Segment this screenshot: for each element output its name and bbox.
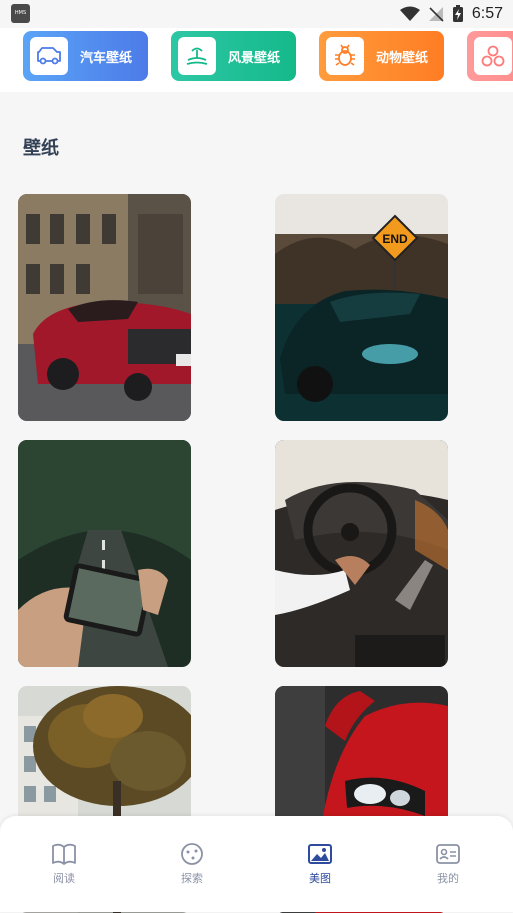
wallpaper-image [18,194,191,421]
category-strip[interactable]: 汽车壁纸 风景壁纸 动物壁纸 [0,28,513,92]
svg-text:END: END [382,232,408,246]
nav-mine[interactable]: 我的 [418,842,478,886]
car-icon [30,37,68,75]
bottom-nav: 阅读 探索 美图 我的 [0,816,513,912]
nav-gallery[interactable]: 美图 [290,842,350,886]
bug-icon [326,37,364,75]
clock: 6:57 [471,5,503,22]
landscape-icon [178,37,216,75]
nav-label: 我的 [437,872,459,885]
wifi-icon [399,6,420,21]
wallpaper-image: END [275,194,448,421]
image-icon [308,844,332,864]
wallpaper-tile[interactable] [275,440,448,667]
nav-label: 探索 [181,872,203,885]
wallpaper-tile[interactable] [18,440,191,667]
nav-label: 美图 [309,872,331,885]
category-label: 风景壁纸 [228,50,281,66]
no-signal-icon [428,7,444,22]
category-label: 汽车壁纸 [80,50,133,66]
wallpaper-tile[interactable] [18,194,191,421]
profile-card-icon [436,844,460,864]
section-title: 壁纸 [23,138,59,159]
category-landscape-wallpaper[interactable]: 风景壁纸 [171,31,296,81]
wallpaper-image [275,440,448,667]
status-icons: 6:57 [399,3,503,25]
category-label: 动物壁纸 [376,50,429,66]
circles-icon [474,37,512,75]
hms-icon: HMS [11,4,30,23]
wallpaper-tile[interactable]: END [275,194,448,421]
category-animal-wallpaper[interactable]: 动物壁纸 [319,31,444,81]
nav-explore[interactable]: 探索 [162,842,222,886]
nav-read[interactable]: 阅读 [34,842,94,886]
status-bar: HMS 6:57 [0,0,513,28]
category-more[interactable] [467,31,513,81]
book-icon [52,843,76,865]
battery-charging-icon [452,5,463,22]
nav-label: 阅读 [53,872,75,885]
compass-icon [181,843,203,865]
category-car-wallpaper[interactable]: 汽车壁纸 [23,31,148,81]
wallpaper-image [18,440,191,667]
